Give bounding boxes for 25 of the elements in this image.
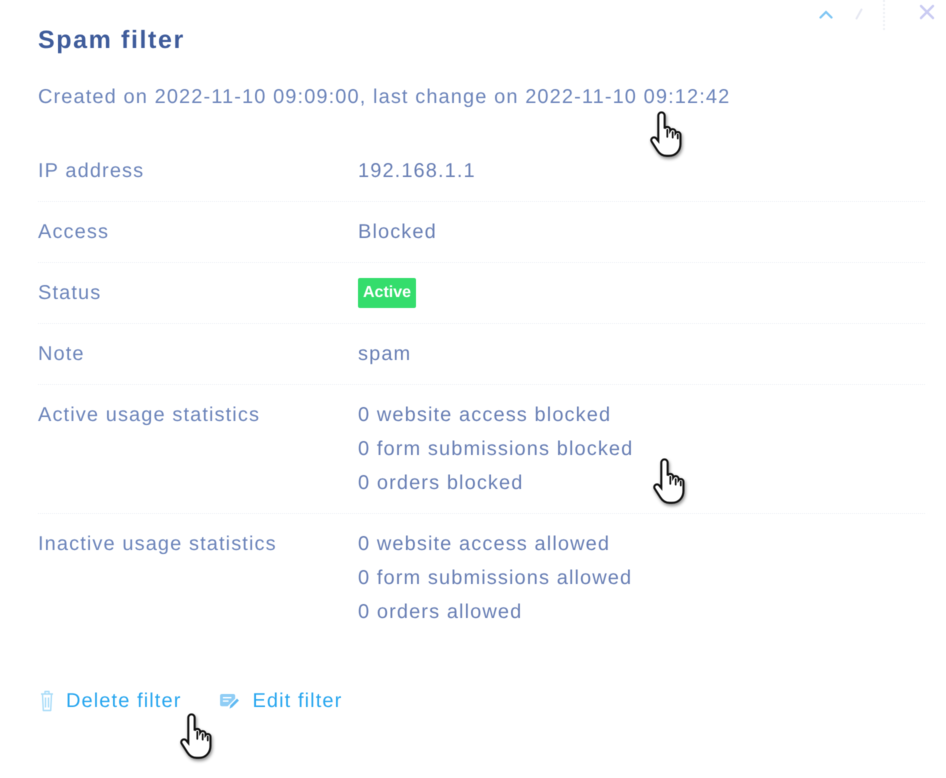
- chevron-up-icon[interactable]: [819, 10, 833, 19]
- field-label: Access: [38, 220, 110, 245]
- statistic-text: 0 form submissions allowed: [358, 566, 632, 591]
- edit-link[interactable]: Edit filter: [219, 686, 342, 716]
- statistic-text: 0 orders blocked: [358, 471, 524, 496]
- slash-icon[interactable]: [855, 8, 863, 20]
- panel-title: Spam filter: [38, 25, 185, 55]
- status-badge: Active: [358, 278, 416, 308]
- statistic-text: 0 website access blocked: [358, 403, 612, 428]
- delete-link[interactable]: Delete filter: [40, 686, 182, 716]
- created-changed-text: Created on 2022-11-10 09:09:00, last change on 2022-11-10 09:12:42: [38, 85, 730, 110]
- field-value: spam: [358, 342, 412, 367]
- field-label: Note: [38, 342, 85, 367]
- statistic-text: 0 form submissions blocked: [358, 437, 634, 462]
- field-label: IP address: [38, 159, 144, 184]
- field-value: 192.168.1.1: [358, 159, 476, 184]
- field-label: Inactive usage statistics: [38, 532, 277, 557]
- statistic-text: 0 orders allowed: [358, 600, 522, 625]
- close-icon[interactable]: [919, 4, 935, 20]
- field-label: Status: [38, 281, 102, 306]
- field-value: Blocked: [358, 220, 437, 245]
- trash-icon: [40, 690, 54, 712]
- edit-icon: [219, 692, 240, 710]
- field-label: Active usage statistics: [38, 403, 260, 428]
- statistic-text: 0 website access allowed: [358, 532, 610, 557]
